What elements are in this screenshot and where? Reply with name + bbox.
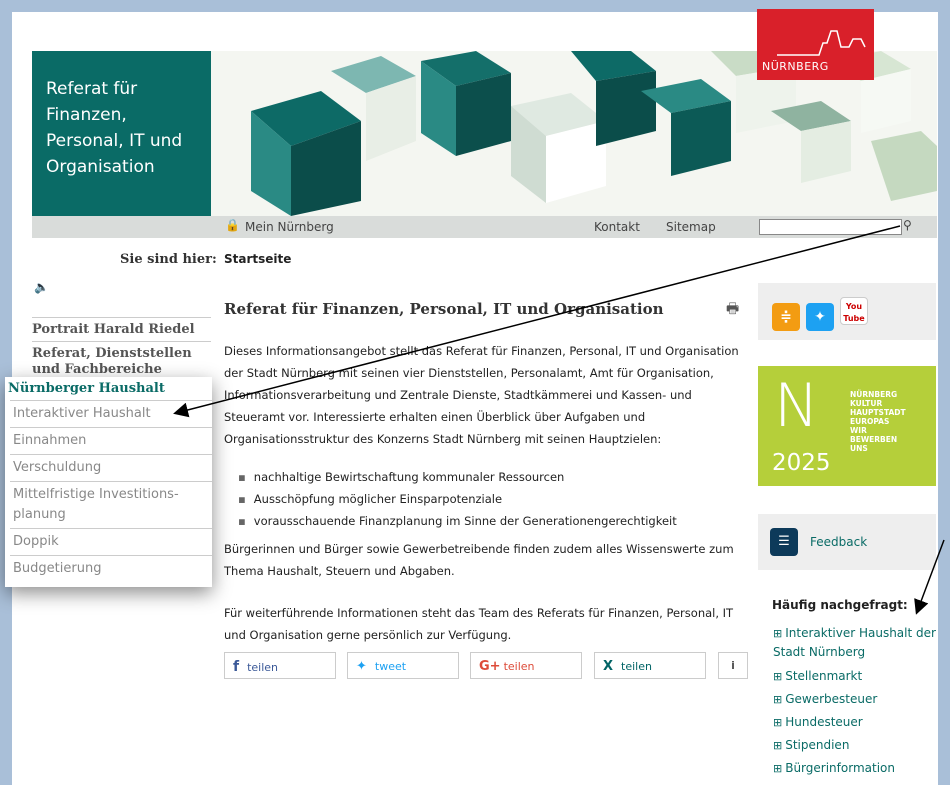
share-google-label: teilen — [503, 660, 535, 673]
kontakt-link[interactable]: Kontakt — [594, 220, 640, 234]
main-content: Dieses Informationsangebot stellt das Re… — [224, 340, 749, 646]
nuernberg-logo[interactable]: NÜRNBERG — [757, 9, 874, 80]
faq-link-hundesteuer[interactable]: Hundesteuer — [773, 711, 943, 734]
header-title: Referat für Finanzen, Personal, IT und O… — [32, 51, 211, 216]
popup-heading[interactable]: Nürnberger Haushalt — [5, 377, 212, 400]
n-letter-icon: N — [774, 371, 819, 441]
banner-line: HAUPTSTADT — [850, 408, 906, 417]
nav-referat[interactable]: Referat, Dienststellen und Fachbereiche — [32, 341, 211, 378]
twitter-icon[interactable]: ✦ — [806, 303, 834, 331]
print-icon[interactable]: 🖶 — [726, 298, 739, 322]
logo-text: NÜRNBERG — [762, 60, 829, 73]
youtube-icon[interactable]: You Tube — [840, 297, 868, 325]
page-title: Referat für Finanzen, Personal, IT und O… — [224, 300, 664, 318]
feedback-box[interactable]: ☰ Feedback — [758, 514, 936, 570]
faq-list: Interaktiver Haushalt der Stadt Nürnberg… — [773, 622, 943, 780]
share-xing-button[interactable]: Xteilen — [594, 652, 706, 679]
share-xing-label: teilen — [621, 660, 652, 673]
banner-text: NÜRNBERG KULTUR HAUPTSTADT EUROPAS WIR BEWERB… — [850, 390, 906, 453]
city-skyline-icon — [777, 30, 866, 56]
popup-item-investitionsplanung[interactable]: Mittelfristige Investitions-planung — [10, 481, 212, 528]
xing-icon: X — [603, 659, 614, 674]
breadcrumb-current[interactable]: Startseite — [224, 252, 291, 266]
speaker-icon[interactable]: 🔈 — [34, 280, 49, 294]
google-plus-icon: G+ — [479, 659, 501, 674]
intro-paragraph: Dieses Informationsangebot stellt das Re… — [224, 344, 739, 446]
youtube-icon-text-top: You — [845, 302, 863, 311]
share-twitter-button[interactable]: ✦ tweet — [347, 652, 459, 679]
kulturhauptstadt-banner[interactable]: N 2025 NÜRNBERG KULTUR HAUPTSTADT EUROPAS WI… — [758, 366, 936, 486]
social-box: ≑ ✦ You Tube — [758, 283, 936, 340]
list-item: vorausschauende Finanzplanung im Sinne d… — [238, 510, 749, 532]
top-bar: 🔒 Mein Nürnberg Kontakt Sitemap ⚲ — [32, 216, 937, 238]
haushalt-popup-menu: Nürnberger Haushalt Interaktiver Haushal… — [5, 377, 212, 587]
list-item: nachhaltige Bewirtschaftung kommunaler R… — [238, 466, 749, 488]
faq-heading: Häufig nachgefragt: — [772, 598, 908, 612]
banner-line: WIR — [850, 426, 867, 435]
popup-item-verschuldung[interactable]: Verschuldung — [10, 454, 212, 481]
breadcrumb-label: Sie sind hier: — [120, 252, 217, 267]
list-item: Ausschöpfung möglicher Einsparpotenziale — [238, 488, 749, 510]
rss-icon[interactable]: ≑ — [772, 303, 800, 331]
search-icon[interactable]: ⚲ — [903, 218, 912, 232]
popup-item-interaktiver-haushalt[interactable]: Interaktiver Haushalt — [10, 400, 212, 427]
lock-icon: 🔒 — [225, 218, 240, 232]
banner-line: KULTUR — [850, 399, 883, 408]
share-info-button[interactable]: i — [718, 652, 748, 679]
nav-portrait[interactable]: Portrait Harald Riedel — [32, 317, 211, 337]
feedback-icon: ☰ — [770, 528, 798, 556]
banner-year: 2025 — [772, 450, 831, 476]
popup-item-budgetierung[interactable]: Budgetierung — [10, 555, 212, 582]
goals-list: nachhaltige Bewirtschaftung kommunaler R… — [238, 466, 749, 532]
feedback-label: Feedback — [810, 535, 868, 549]
sitemap-link[interactable]: Sitemap — [666, 220, 716, 234]
faq-link-buergerinformation[interactable]: Bürgerinformation — [773, 757, 943, 780]
share-twitter-label: tweet — [374, 660, 407, 673]
citizens-paragraph: Bürgerinnen und Bürger sowie Gewerbetrei… — [224, 542, 734, 578]
faq-link-stipendien[interactable]: Stipendien — [773, 734, 943, 757]
share-google-button[interactable]: G+ teilen — [470, 652, 582, 679]
popup-item-einnahmen[interactable]: Einnahmen — [10, 427, 212, 454]
mein-nuernberg-link[interactable]: Mein Nürnberg — [245, 220, 334, 234]
faq-link-stellenmarkt[interactable]: Stellenmarkt — [773, 665, 943, 688]
twitter-icon: ✦ — [356, 659, 367, 674]
search-input[interactable] — [759, 219, 902, 235]
faq-link-interaktiver-haushalt[interactable]: Interaktiver Haushalt der Stadt Nürnberg — [773, 624, 943, 662]
popup-item-doppik[interactable]: Doppik — [10, 528, 212, 555]
banner-line: EUROPAS — [850, 417, 890, 426]
share-facebook-button[interactable]: f teilen — [224, 652, 336, 679]
banner-line: NÜRNBERG — [850, 390, 898, 399]
contact-paragraph: Für weiterführende Informationen steht d… — [224, 606, 734, 642]
banner-line: BEWERBEN — [850, 435, 898, 444]
share-facebook-label: teilen — [247, 661, 279, 674]
youtube-icon-text-bottom: Tube — [843, 314, 865, 323]
banner-line: UNS — [850, 444, 868, 453]
facebook-icon: f — [233, 659, 240, 675]
faq-link-gewerbesteuer[interactable]: Gewerbesteuer — [773, 688, 943, 711]
